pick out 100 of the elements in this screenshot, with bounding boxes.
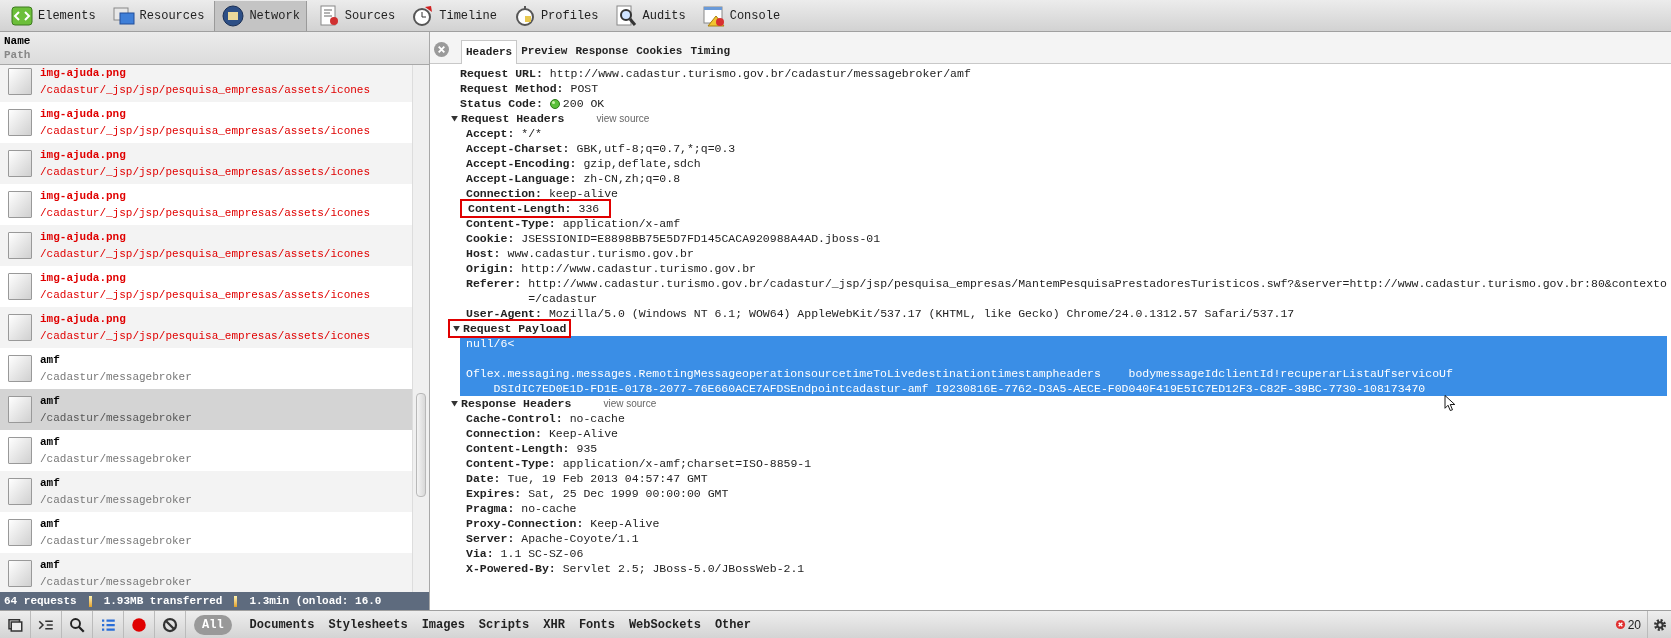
triangle-icon [450,399,459,408]
header-name: Connection: [466,186,542,201]
header-value: gzip,deflate,sdch [583,156,701,171]
header-name: Expires: [466,486,522,501]
error-icon [1614,619,1626,630]
file-icon [8,478,32,505]
request-path: /cadastur/_jsp/jsp/pesquisa_empresas/assets/icones [40,328,371,344]
header-value: no-cache [569,411,625,426]
request-row[interactable]: img-ajuda.png /cadastur/_jsp/jsp/pesquisa_empresas/assets/icones [0,307,412,348]
request-path: /cadastur/_jsp/jsp/pesquisa_empresas/assets/icones [40,205,371,221]
filter-button[interactable]: XHR [543,615,565,634]
request-name: img-ajuda.png [40,65,126,81]
header-value: http://www.cadastur.turismo.gov.br/cadastur/messagebroker/amf [549,66,971,81]
header-value: zh-CN,zh;q=0.8 [583,171,681,186]
panel-tab[interactable]: Resources [105,0,211,31]
section-toggle[interactable]: Response Headers [448,396,574,411]
panel-tab[interactable]: Audits [608,0,692,31]
header-name: Origin: [466,261,515,276]
section-toggle[interactable]: Request Headers [448,111,567,126]
column-title[interactable]: Name [4,34,31,48]
header-value: keep-alive [548,186,618,201]
header-value: no-cache [521,501,577,516]
panel-tab[interactable]: Sources [310,0,402,31]
header-name: Accept: [466,126,515,141]
panel-tab[interactable]: Network [214,0,307,31]
header-name: User-Agent: [466,306,542,321]
header-value: Tue, 19 Feb 2013 04:57:47 GMT [507,471,708,486]
header-value: Keep-Alive [548,426,618,441]
request-name: img-ajuda.png [40,270,126,286]
view-source-link[interactable]: view source [596,111,650,126]
request-path: /cadastur/messagebroker [40,574,192,590]
header-value: 336 [578,201,600,216]
header-value: Keep-Alive [590,516,660,531]
header-name: Host: [466,246,501,261]
detail-tab[interactable]: Cookies [632,39,687,63]
header-value: JSESSIONID=E8898BB75E5D7FD145CACA920988A4AD.jboss-01 [521,231,881,246]
file-icon [8,519,32,546]
filter-button[interactable]: Scripts [478,615,530,634]
magnifier-icon [614,3,639,28]
detail-tab[interactable]: Preview [517,39,572,63]
error-count: 20 [1627,616,1641,634]
header-name: Referer: [466,276,522,292]
request-path: /cadastur/_jsp/jsp/pesquisa_empresas/assets/icones [40,287,371,303]
header-value: Sat, 25 Dec 1999 00:00:00 GMT [528,486,729,501]
header-value: 935 [576,441,598,456]
request-name: amf [40,434,60,450]
filter-button[interactable]: WebSockets [628,615,701,634]
panel-tab[interactable]: Elements [4,0,102,31]
file-icon [8,191,32,218]
settings-icon [1651,616,1668,633]
status-dot-icon [548,97,561,110]
detail-tab[interactable]: Headers [461,40,518,64]
detail-tab[interactable]: Response [571,39,633,63]
header-value: http://www.cadastur.turismo.gov.br [521,261,756,276]
file-icon [8,560,32,587]
header-value: POST [570,81,599,96]
header-name: Server: [466,531,515,546]
request-path: /cadastur/messagebroker [40,410,192,426]
header-name: Accept-Encoding: [466,156,577,171]
filter-button[interactable]: Fonts [578,615,615,634]
request-row[interactable]: img-ajuda.png /cadastur/_jsp/jsp/pesquisa_empresas/assets/icones [0,65,412,102]
view-source-link[interactable]: view source [603,396,657,411]
filter-button[interactable]: Stylesheets [328,615,408,634]
panel-tab[interactable]: Console [695,0,787,31]
request-path: /cadastur/_jsp/jsp/pesquisa_empresas/assets/icones [40,82,371,98]
request-row[interactable]: amf /cadastur/messagebroker [0,471,412,512]
filter-button[interactable]: Images [421,615,465,634]
triangle-icon [452,324,461,333]
panel-tab[interactable]: Profiles [506,0,605,31]
header-value: Apache-Coyote/1.1 [521,531,639,546]
file-icon [8,355,32,382]
section-toggle[interactable]: Request Payload [448,319,571,338]
request-row[interactable]: amf /cadastur/messagebroker [0,389,412,430]
header-name: Accept-Language: [466,171,577,186]
header-name: Request URL: [460,66,543,81]
file-icon [8,437,32,464]
header-name: Accept-Charset: [466,141,570,156]
request-path: /cadastur/_jsp/jsp/pesquisa_empresas/assets/icones [40,123,371,139]
detail-tab[interactable]: Timing [686,39,735,63]
request-path: /cadastur/messagebroker [40,492,192,508]
code-icon [10,3,34,28]
request-path: /cadastur/messagebroker [40,451,192,467]
header-name: Via: [466,546,494,561]
header-value: Mozilla/5.0 (Windows NT 6.1; WOW64) AppleWebKit/537.17 (KHTML, like Gecko) Chrome/24.0.1312.57 Safari/537.17 [548,306,1295,321]
request-row[interactable]: img-ajuda.png /cadastur/_jsp/jsp/pesquisa_empresas/assets/icones [0,225,412,266]
console-icon [701,3,726,28]
file-icon [8,273,32,300]
request-path: /cadastur/messagebroker [40,533,192,549]
header-name: Content-Length: [466,441,570,456]
request-row[interactable]: amf /cadastur/messagebroker [0,553,412,592]
close-icon[interactable] [434,42,449,57]
search-icon [68,615,86,634]
header-name: X-Powered-By: [466,561,556,576]
request-name: amf [40,557,60,573]
filter-button[interactable]: Other [714,615,751,634]
payload-text: DSIdIC7ED0E1D-FD1E-0178-2077-76E660ACE7AFDSEndpointcadastur-amf I9230816E-7762-D3A5-AECE-F0D040F419E5IC7ED12F3-C82F-39BC-7730-108173470 [492,381,1426,396]
request-row[interactable]: img-ajuda.png /cadastur/_jsp/jsp/pesquisa_empresas/assets/icones [0,143,412,184]
filter-button[interactable]: Documents [249,615,315,634]
header-value: application/x-amf [562,216,681,231]
panel-tab[interactable]: Timeline [405,0,503,31]
